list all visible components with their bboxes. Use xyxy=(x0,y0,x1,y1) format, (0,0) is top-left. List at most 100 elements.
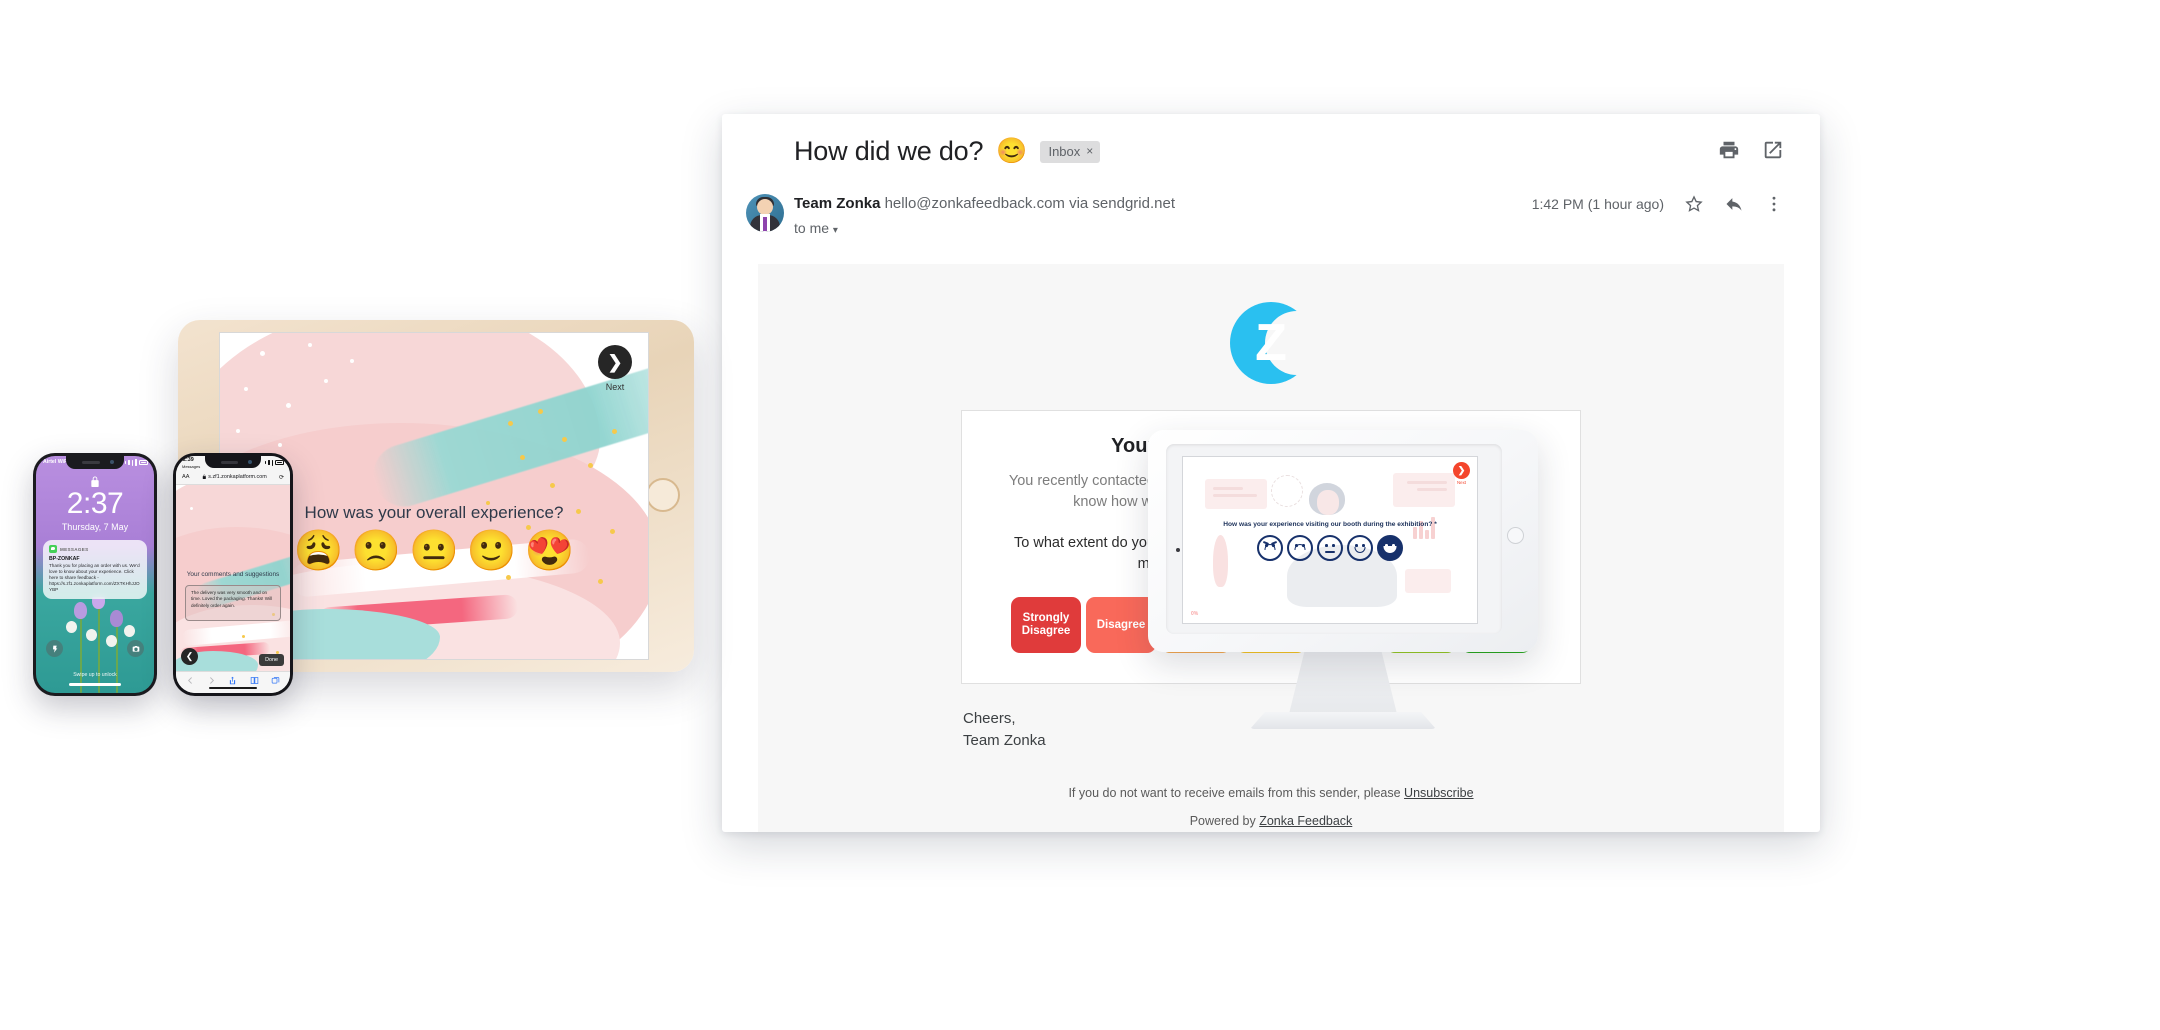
lockscreen-time: 2:37 xyxy=(66,487,124,520)
signoff-line-2: Team Zonka xyxy=(963,732,1046,749)
email-meta-actions: 1:42 PM (1 hour ago) xyxy=(1532,194,1784,214)
survey-back-button[interactable]: ❮ xyxy=(181,648,198,665)
forward-icon[interactable] xyxy=(207,676,216,685)
swipe-hint: Swipe up to unlock xyxy=(73,672,117,678)
phone-notch xyxy=(205,456,261,468)
zonka-logo-icon: Z xyxy=(1230,302,1329,384)
kiosk-bezel: ❯ Next How was your experience visiting … xyxy=(1166,444,1502,634)
likert-option-1[interactable]: Disagree xyxy=(1086,597,1156,653)
back-to-messages-link[interactable]: Messages xyxy=(182,464,200,469)
likert-option-label: Strongly Disagree xyxy=(1021,612,1071,637)
share-icon[interactable] xyxy=(228,676,237,685)
phone-background-art xyxy=(176,485,290,671)
kiosk-camera-icon xyxy=(1176,548,1180,552)
tablet-next-button[interactable]: ❯ Next xyxy=(598,345,632,392)
more-options-icon[interactable] xyxy=(1764,194,1784,214)
zonka-feedback-link[interactable]: Zonka Feedback xyxy=(1259,814,1352,828)
chevron-down-icon[interactable]: ▾ xyxy=(833,225,838,236)
neutral-face-icon[interactable] xyxy=(1317,535,1343,561)
unsubscribe-line: If you do not want to receive emails fro… xyxy=(758,786,1784,800)
safari-toolbar xyxy=(176,671,290,693)
status-time: 2:39 xyxy=(183,457,194,463)
keyboard-done-button[interactable]: Done xyxy=(259,654,284,666)
sender-row: Team Zonka hello@zonkafeedback.com via s… xyxy=(722,194,1820,250)
kiosk-device: ❯ Next How was your experience visiting … xyxy=(1148,430,1538,729)
tablet-emoji-option-3[interactable]: 🙂 xyxy=(467,531,517,571)
star-icon[interactable] xyxy=(1684,194,1704,214)
happy-face-icon[interactable] xyxy=(1347,535,1373,561)
notification-sender: BP-ZONKAF xyxy=(49,555,80,562)
notification-card[interactable]: MESSAGES BP-ZONKAF Thank you for placing… xyxy=(43,540,147,599)
phone-notch xyxy=(66,456,124,469)
unsubscribe-text: If you do not want to receive emails fro… xyxy=(1068,786,1405,800)
lockscreen-date: Thursday, 7 May xyxy=(61,522,129,532)
tablet-home-button[interactable] xyxy=(646,478,680,512)
phone-lockscreen-device: Airtel WiFi 2:37 Thursday, 7 May MESSAGE… xyxy=(33,453,157,696)
carrier-label: Airtel WiFi xyxy=(43,459,69,465)
chevron-right-icon[interactable]: ❯ xyxy=(598,345,632,379)
notification-app-name: MESSAGES xyxy=(60,546,89,552)
status-bar-right xyxy=(124,459,148,466)
notification-app-row: MESSAGES xyxy=(49,545,141,553)
likert-option-0[interactable]: Strongly Disagree xyxy=(1011,597,1081,653)
safari-page-content: Your comments and suggestions The delive… xyxy=(176,485,290,671)
kiosk-survey-question: How was your experience visiting our boo… xyxy=(1223,521,1437,528)
phone-safari-screen: 2:39 Messages AA s.zf1.zonkaplatform.com… xyxy=(176,456,290,693)
tablet-emoji-option-0[interactable]: 😩 xyxy=(293,531,343,571)
very-happy-face-icon[interactable] xyxy=(1377,535,1403,561)
messages-app-icon xyxy=(49,545,57,553)
powered-by-line: Powered by Zonka Feedback xyxy=(758,814,1784,828)
safari-url-bar[interactable]: AA s.zf1.zonkaplatform.com ⟳ xyxy=(176,470,290,485)
smiling-face-icon: 😊 xyxy=(996,137,1028,165)
close-icon[interactable]: × xyxy=(1086,144,1093,158)
sender-name: Team Zonka xyxy=(794,195,881,212)
recipient-row[interactable]: to me ▾ xyxy=(794,220,1780,236)
kiosk-enclosure: ❯ Next How was your experience visiting … xyxy=(1148,430,1538,652)
camera-icon[interactable] xyxy=(127,640,144,657)
kiosk-next-button[interactable]: ❯ Next xyxy=(1453,462,1470,485)
notification-message: Thank you for placing an order with us. … xyxy=(49,563,140,592)
email-timestamp: 1:42 PM (1 hour ago) xyxy=(1531,196,1664,212)
lock-icon xyxy=(202,474,207,480)
inbox-label-text: Inbox xyxy=(1048,143,1081,159)
kiosk-next-label: Next xyxy=(1456,480,1467,485)
page-title: How did we do? xyxy=(794,136,984,166)
inbox-label-chip[interactable]: Inbox × xyxy=(1040,140,1101,163)
print-icon[interactable] xyxy=(1718,139,1740,161)
chevron-right-icon[interactable]: ❯ xyxy=(1453,462,1470,479)
comments-textarea[interactable]: The delivery was very smooth and on time… xyxy=(185,585,281,621)
text-size-button[interactable]: AA xyxy=(182,474,189,480)
home-indicator[interactable] xyxy=(69,683,121,686)
url-text[interactable]: s.zf1.zonkaplatform.com xyxy=(189,474,279,480)
sad-face-icon[interactable] xyxy=(1287,535,1313,561)
kiosk-stand-base xyxy=(1250,712,1436,729)
kiosk-home-button[interactable] xyxy=(1507,527,1524,544)
unsubscribe-link[interactable]: Unsubscribe xyxy=(1404,786,1473,800)
reload-icon[interactable]: ⟳ xyxy=(279,474,284,481)
tablet-emoji-option-2[interactable]: 😐 xyxy=(409,531,459,571)
reply-icon[interactable] xyxy=(1724,194,1744,214)
zonka-logo-letter: Z xyxy=(1255,314,1287,372)
angry-face-icon[interactable] xyxy=(1257,535,1283,561)
subject-row: How did we do? 😊 Inbox × xyxy=(794,136,1780,167)
status-bar-right xyxy=(264,459,284,466)
email-header: How did we do? 😊 Inbox × xyxy=(722,114,1820,176)
showcase-canvas: How did we do? 😊 Inbox × Team Zonka hell… xyxy=(0,0,2160,1030)
kiosk-smiley-rating-scale xyxy=(1183,535,1477,561)
bookmarks-icon[interactable] xyxy=(250,676,259,685)
url-label: s.zf1.zonkaplatform.com xyxy=(208,474,267,480)
likert-option-label: Disagree xyxy=(1096,618,1146,631)
phone-safari-device: 2:39 Messages AA s.zf1.zonkaplatform.com… xyxy=(173,453,293,696)
tablet-emoji-option-4[interactable]: 😍 xyxy=(525,531,575,571)
tablet-emoji-option-1[interactable]: 🙁 xyxy=(351,531,401,571)
brand-logo-wrap: Z xyxy=(758,290,1784,410)
open-in-new-icon[interactable] xyxy=(1762,139,1784,161)
flashlight-icon[interactable] xyxy=(46,640,63,657)
back-icon[interactable] xyxy=(186,676,195,685)
avatar xyxy=(746,194,784,232)
phone-survey-question: Your comments and suggestions xyxy=(186,571,280,578)
battery-icon xyxy=(275,460,284,465)
kiosk-screen: ❯ Next How was your experience visiting … xyxy=(1182,456,1478,624)
tabs-icon[interactable] xyxy=(271,676,280,685)
battery-icon xyxy=(139,460,148,465)
